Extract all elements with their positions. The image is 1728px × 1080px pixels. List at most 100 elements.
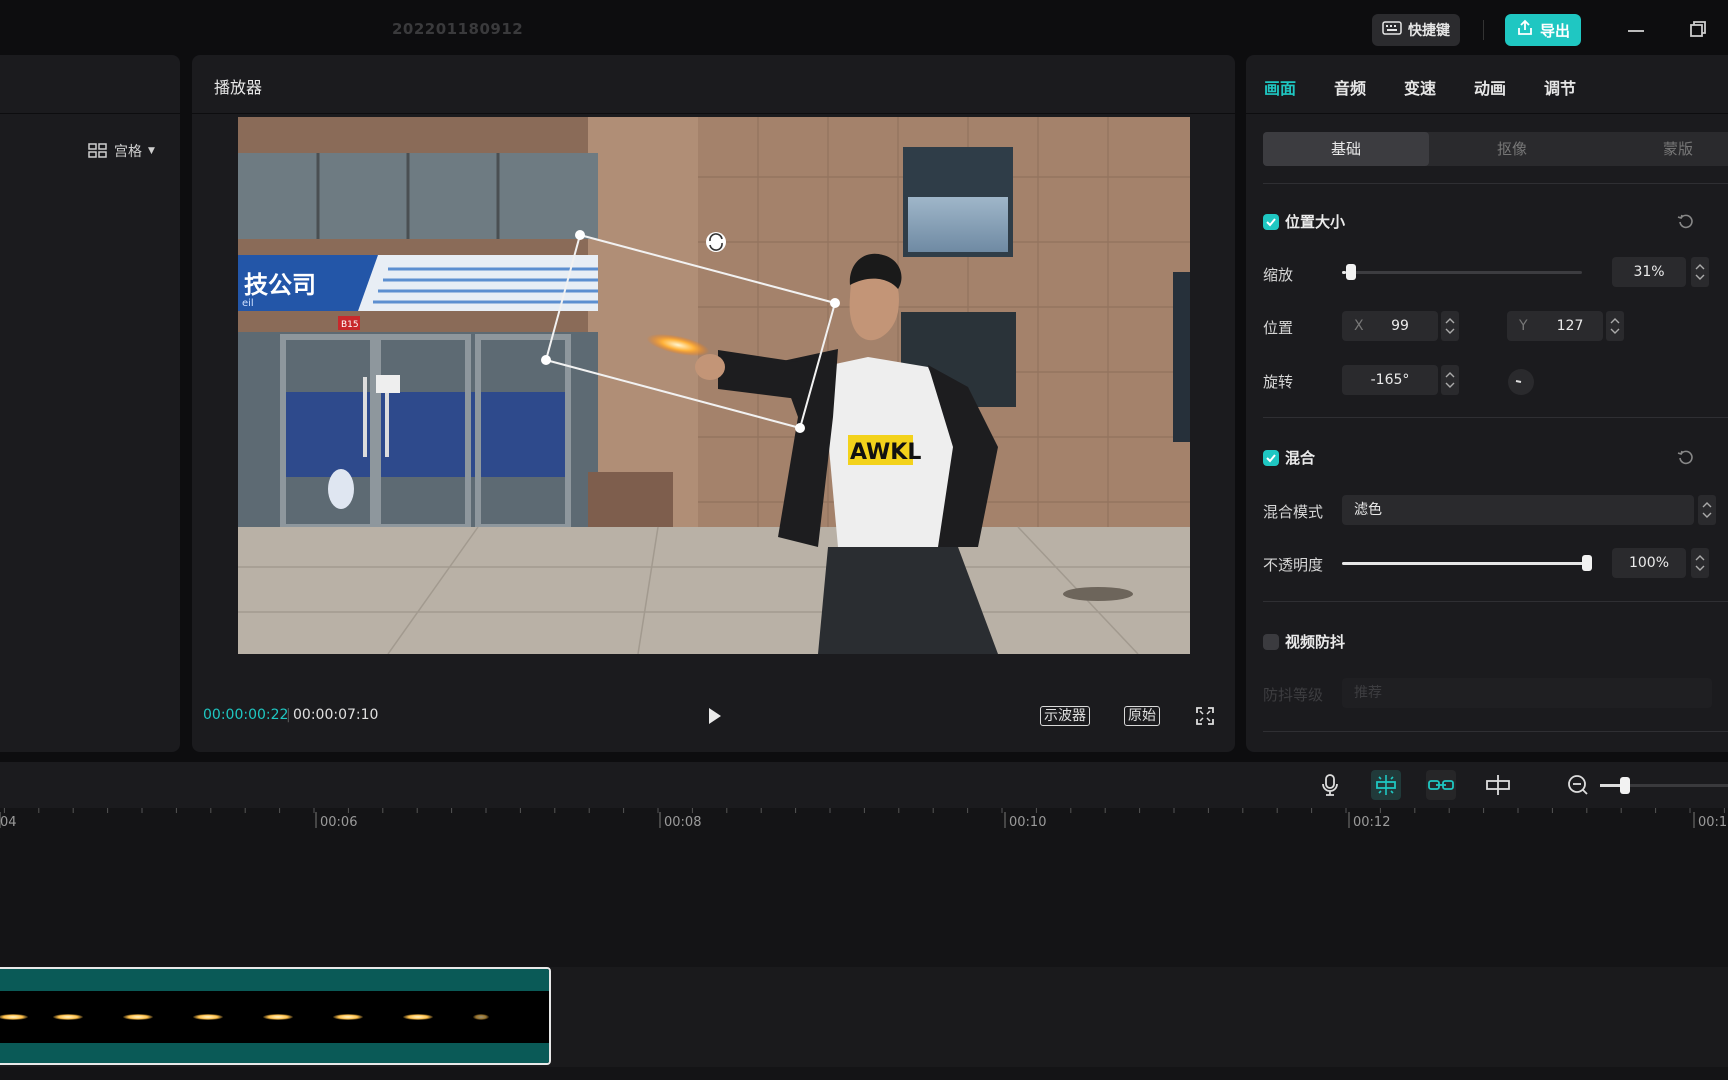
blend-mode-label: 混合模式: [1263, 503, 1324, 521]
play-button[interactable]: [702, 704, 726, 728]
scale-slider-track[interactable]: [1342, 271, 1582, 274]
tab-audio[interactable]: 音频: [1334, 55, 1404, 113]
grid-icon: [88, 143, 107, 158]
stepper-arrows-icon: [1610, 318, 1620, 334]
clip-thumbnail: [193, 1014, 223, 1020]
stepper-arrows-icon: [1445, 318, 1455, 334]
position-x-stepper[interactable]: [1441, 311, 1459, 341]
stabilize-level-label: 防抖等级: [1263, 686, 1324, 704]
clip-thumbnail: [123, 1014, 153, 1020]
subtab-cutout[interactable]: 抠像: [1429, 132, 1595, 166]
shortcut-button[interactable]: 快捷键: [1372, 14, 1460, 46]
blend-mode-select[interactable]: 滤色: [1342, 495, 1694, 525]
rotate-dial-icon[interactable]: [1508, 369, 1534, 395]
tab-animation[interactable]: 动画: [1474, 55, 1544, 113]
zoom-slider-handle[interactable]: [1620, 777, 1630, 794]
ruler-label: 00:06: [320, 815, 358, 830]
reset-icon[interactable]: [1676, 211, 1696, 231]
stabilize-checkbox[interactable]: [1263, 633, 1279, 650]
rotate-input[interactable]: -165°: [1342, 365, 1438, 395]
position-label: 位置: [1263, 319, 1294, 337]
ruler-label: 00:1: [1698, 815, 1728, 830]
stabilize-title: 视频防抖: [1285, 633, 1346, 651]
store-sign-subtext: eil: [242, 298, 254, 309]
clip-header: [0, 969, 549, 991]
blend-checkbox[interactable]: [1263, 449, 1279, 466]
inspector-panel: 画面 音频 变速 动画 调节 基础 抠像 蒙版 位置大小 缩放 31% 位置 X…: [1246, 55, 1728, 752]
scale-slider-handle[interactable]: [1346, 264, 1356, 280]
reset-icon[interactable]: [1676, 447, 1696, 467]
restore-window-button[interactable]: [1684, 16, 1712, 44]
player-title: 播放器: [192, 55, 1235, 114]
total-duration: 00:00:07:10: [293, 707, 379, 723]
tab-video[interactable]: 画面: [1264, 55, 1334, 113]
opacity-slider-handle[interactable]: [1582, 555, 1592, 571]
position-size-checkbox[interactable]: [1263, 213, 1279, 230]
clip-thumbnail: [53, 1014, 83, 1020]
subtab-mask[interactable]: 蒙版: [1595, 132, 1728, 166]
split-button[interactable]: [1483, 770, 1513, 800]
export-label: 导出: [1539, 21, 1570, 40]
timeline-ruler: 04 00:06 00:08 00:10 00:12 00:1: [0, 808, 1728, 838]
link-button[interactable]: [1426, 770, 1456, 800]
store-sign-text: 技公司: [244, 271, 316, 299]
shirt-print-text: AWKL: [850, 440, 921, 465]
fullscreen-button[interactable]: [1194, 705, 1216, 727]
aspect-ratio-button[interactable]: 原始: [1124, 706, 1160, 726]
clip-footer: [0, 1043, 549, 1063]
opacity-label: 不透明度: [1263, 556, 1324, 574]
x-axis-label: X: [1354, 318, 1364, 334]
ruler-label: 00:12: [1353, 815, 1391, 830]
zoom-out-icon: [1568, 775, 1588, 795]
split-icon: [1486, 775, 1510, 795]
position-x-input[interactable]: X 99: [1342, 311, 1438, 341]
position-y-stepper[interactable]: [1606, 311, 1624, 341]
zoom-out-button[interactable]: [1563, 770, 1593, 800]
stepper-arrows-icon: [1445, 372, 1455, 388]
rotate-handle-icon[interactable]: [706, 232, 726, 252]
sub-tabs: 基础 抠像 蒙版: [1263, 132, 1728, 166]
rotate-stepper[interactable]: [1441, 365, 1459, 395]
scale-label: 缩放: [1263, 266, 1294, 284]
minimize-button[interactable]: [1622, 16, 1650, 44]
timeline: 04 00:06 00:08 00:10 00:12 00:1: [0, 762, 1728, 1080]
auto-snap-button[interactable]: [1371, 770, 1401, 800]
position-size-title: 位置大小: [1285, 213, 1346, 231]
check-icon: [1266, 453, 1276, 462]
blend-title: 混合: [1285, 449, 1316, 467]
microphone-icon: [1322, 774, 1338, 796]
check-icon: [1266, 217, 1276, 226]
title-bar: 202201180912 快捷键 导出: [0, 0, 1728, 52]
position-y-value: 127: [1556, 318, 1584, 334]
scale-stepper[interactable]: [1691, 257, 1709, 287]
scope-button[interactable]: 示波器: [1040, 706, 1090, 726]
timeline-clip[interactable]: [0, 967, 551, 1065]
divider: [1263, 417, 1728, 418]
stepper-arrows-icon: [1695, 264, 1705, 280]
stabilize-header: 视频防抖: [1263, 631, 1345, 652]
stepper-arrows-icon: [1695, 555, 1705, 571]
export-button[interactable]: 导出: [1505, 14, 1581, 46]
inspector-tabs: 画面 音频 变速 动画 调节: [1246, 55, 1728, 114]
layout-toggle[interactable]: 宫格 ▼: [88, 141, 155, 161]
opacity-stepper[interactable]: [1691, 548, 1709, 578]
rotate-label: 旋转: [1263, 373, 1294, 391]
tab-speed[interactable]: 变速: [1404, 55, 1474, 113]
position-y-input[interactable]: Y 127: [1507, 311, 1603, 341]
shortcut-label: 快捷键: [1408, 23, 1450, 39]
microphone-button[interactable]: [1315, 770, 1345, 800]
scale-input[interactable]: 31%: [1612, 257, 1686, 287]
video-preview[interactable]: 技公司 eil B15 AWKL: [238, 117, 1190, 654]
divider: [1263, 601, 1728, 602]
project-title: 202201180912: [392, 20, 524, 38]
player-panel: 播放器 技公司 eil B15 AWKL: [192, 55, 1235, 752]
blend-mode-dropdown-arrow[interactable]: [1698, 495, 1716, 525]
opacity-slider-fill: [1342, 562, 1587, 565]
tab-adjust[interactable]: 调节: [1544, 55, 1614, 113]
y-axis-label: Y: [1519, 318, 1528, 334]
clip-thumbnail: [263, 1014, 293, 1020]
opacity-input[interactable]: 100%: [1612, 548, 1686, 578]
layout-toggle-label: 宫格: [114, 144, 142, 160]
subtab-basic[interactable]: 基础: [1263, 132, 1429, 166]
current-timecode: 00:00:00:22: [203, 707, 289, 723]
